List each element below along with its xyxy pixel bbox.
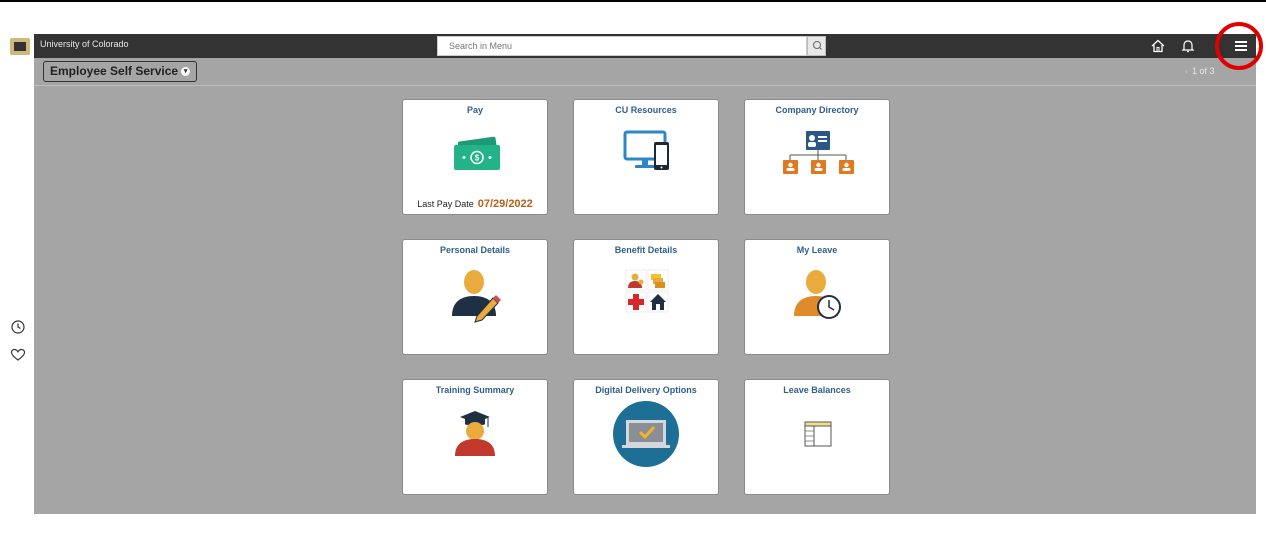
- chevron-down-icon: ▾: [181, 67, 191, 77]
- cu-logo-icon[interactable]: [10, 38, 30, 55]
- tile-company-directory[interactable]: Company Directory: [744, 99, 890, 215]
- search-button[interactable]: [807, 36, 826, 56]
- computer-devices-icon: [623, 130, 669, 170]
- search-placeholder: Search in Menu: [449, 41, 513, 51]
- person-clock-icon: [794, 270, 841, 319]
- tile-pay[interactable]: Pay $ Last Pay Date 07/29/2022: [402, 99, 548, 215]
- recent-history-icon[interactable]: [10, 319, 26, 335]
- org-chart-icon: [783, 131, 854, 174]
- graduate-icon: [455, 411, 495, 456]
- tile-my-leave[interactable]: My Leave: [744, 239, 890, 355]
- title-bar: [34, 58, 1256, 86]
- svg-text:$: $: [475, 154, 480, 163]
- top-rule: [0, 0, 1266, 2]
- brand-name[interactable]: University of Colorado: [40, 39, 129, 49]
- last-pay-date-value: 07/29/2022: [477, 198, 533, 210]
- bell-icon[interactable]: [1180, 38, 1196, 54]
- laptop-check-icon: [613, 401, 679, 467]
- page-title: Employee Self Service: [50, 64, 179, 78]
- chevron-left-icon[interactable]: ‹: [1185, 66, 1188, 76]
- benefits-icon: [625, 269, 669, 313]
- search-icon: [813, 41, 822, 50]
- favorites-heart-icon[interactable]: [10, 347, 26, 363]
- tile-cu-resources[interactable]: CU Resources: [573, 99, 719, 215]
- home-icon[interactable]: [1150, 38, 1166, 54]
- left-rail: [0, 34, 34, 514]
- page-indicator[interactable]: ‹ 1 of 3: [1185, 66, 1215, 76]
- pager-text: 1 of 3: [1192, 66, 1215, 76]
- annotation-highlight-circle: [1215, 22, 1263, 70]
- tile-benefit-details[interactable]: Benefit Details: [573, 239, 719, 355]
- tile-training-summary[interactable]: Training Summary: [402, 379, 548, 495]
- tile-leave-balances[interactable]: Leave Balances: [744, 379, 890, 495]
- last-pay-date: Last Pay Date 07/29/2022: [403, 198, 547, 210]
- table-report-icon: [804, 421, 832, 447]
- tile-digital-delivery-options[interactable]: Digital Delivery Options: [573, 379, 719, 495]
- person-edit-icon: [452, 270, 501, 323]
- tile-personal-details[interactable]: Personal Details: [402, 239, 548, 355]
- homepage-selector[interactable]: Employee Self Service ▾: [43, 61, 198, 82]
- last-pay-date-label: Last Pay Date: [417, 199, 474, 209]
